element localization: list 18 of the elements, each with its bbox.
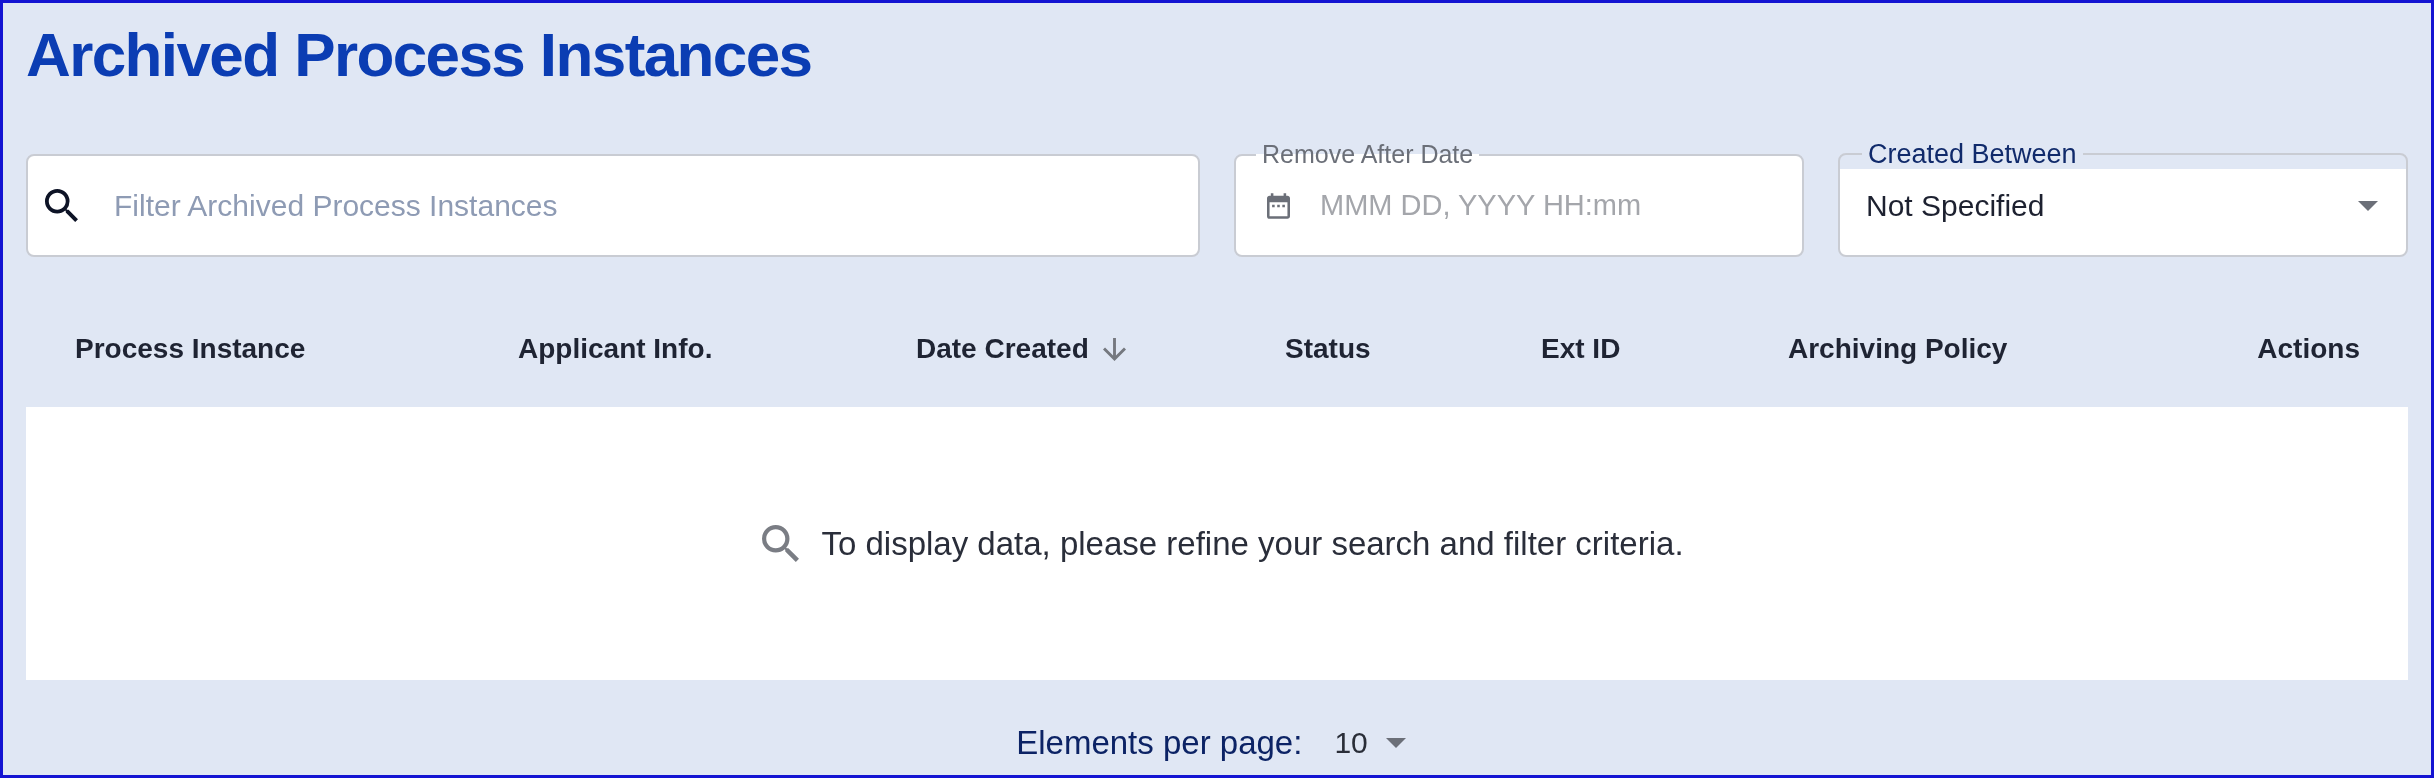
column-header[interactable]: Archiving Policy (1788, 333, 2008, 365)
column-header[interactable]: Actions (2257, 333, 2360, 365)
column-header[interactable]: Process Instance (75, 333, 306, 365)
empty-message: To display data, please refine your search and filter criteria. (821, 524, 1684, 563)
page-size-dropdown[interactable]: 10 (1334, 726, 1406, 760)
caret-icon (2358, 200, 2378, 211)
column-header[interactable]: Status (1285, 333, 1371, 365)
search-icon (762, 525, 800, 562)
page-size-label: Elements per page: (1016, 724, 1303, 762)
calendar-icon (1267, 193, 1290, 219)
column-header[interactable]: Date Created (916, 333, 1126, 365)
page-title: Archived Process Instances (26, 24, 812, 86)
column-header[interactable]: Applicant Info. (518, 333, 713, 365)
search-field[interactable]: Filter Archived Process Instances (26, 154, 1200, 257)
column-header[interactable]: Ext ID (1541, 333, 1621, 365)
search-icon (45, 189, 78, 222)
caret-icon (1385, 738, 1406, 748)
field-label: Created Between (1867, 140, 2078, 168)
